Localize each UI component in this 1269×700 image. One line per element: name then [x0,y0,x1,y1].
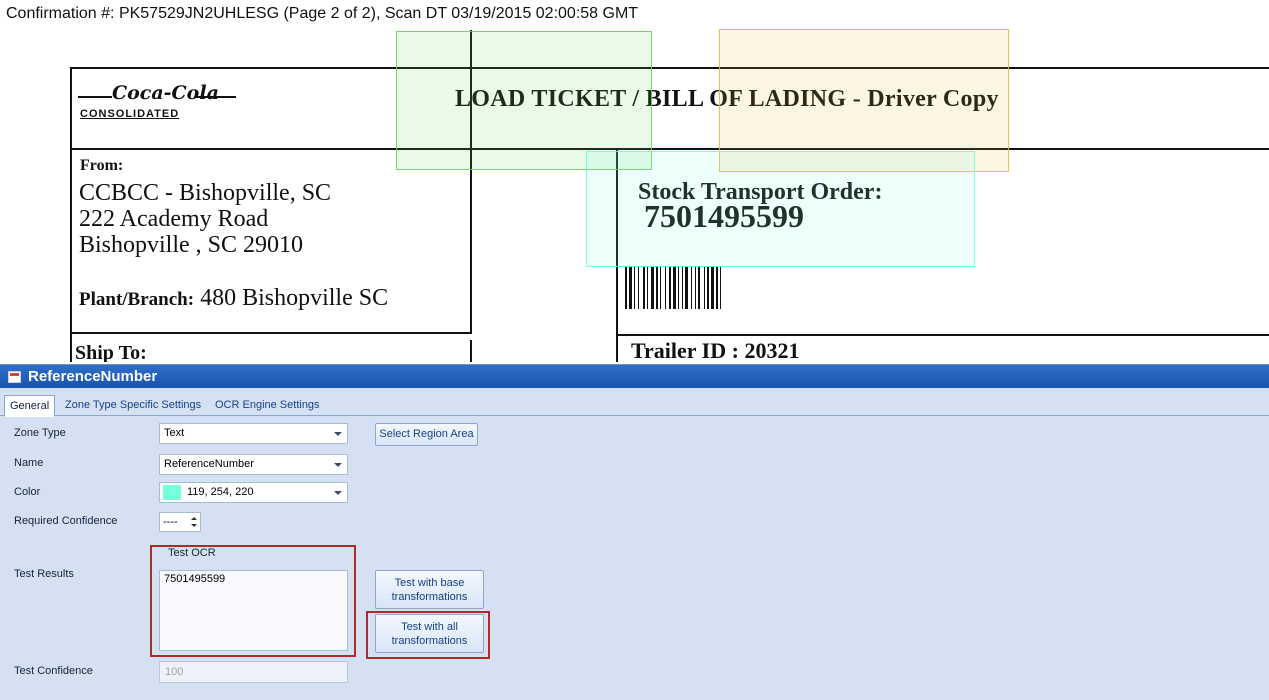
barcode-bar [682,266,683,309]
barcode-bar [720,266,721,309]
tab-zone-type-specific-settings[interactable]: Zone Type Specific Settings [60,395,206,415]
required-confidence-label: Required Confidence [14,515,118,527]
dialog-titlebar: ReferenceNumber [0,365,1269,388]
barcode [625,266,721,309]
zone-type-value: Text [164,427,185,439]
doc-rule-mid [470,150,472,332]
plant-label: Plant/Branch: [79,289,195,310]
color-select[interactable]: 119, 254, 220 [159,482,348,503]
tab-general[interactable]: General [4,395,56,417]
barcode-bar [685,266,688,309]
barcode-bar [665,266,666,309]
document-viewer[interactable]: Confirmation #: PK57529JN2UHLESG (Page 2… [0,0,1269,362]
ocr-zone-reference-number[interactable] [586,151,975,267]
barcode-bar [629,266,632,309]
barcode-bar [660,266,661,309]
required-confidence-stepper[interactable]: ---- [159,512,201,532]
ocr-zone-title-left[interactable] [396,31,652,170]
test-confidence-label: Test Confidence [14,665,93,677]
barcode-bar [691,266,692,309]
barcode-bar [634,266,635,309]
chevron-down-icon [334,463,342,467]
doc-rule-trailer [616,334,1269,336]
barcode-bar [716,266,718,309]
name-value: ReferenceNumber [164,458,254,470]
select-region-button[interactable]: Select Region Area [375,423,478,446]
doc-rule-mid-bottom [470,340,472,362]
name-select[interactable]: ReferenceNumber [159,454,348,475]
barcode-bar [698,266,700,309]
barcode-bar [647,266,648,309]
barcode-bar [625,266,627,309]
color-swatch [163,485,181,500]
coca-cola-logo: Coca-Cola CONSOLIDATED [78,80,240,130]
window-icon [8,370,21,383]
test-all-transformations-button[interactable]: Test with all transformations [375,614,484,653]
from-line-1: CCBCC - Bishopville, SC [79,180,332,206]
spin-down-icon[interactable] [191,524,197,527]
dialog-title: ReferenceNumber [28,368,158,385]
barcode-bar [651,266,654,309]
test-ocr-label: Test OCR [166,547,218,559]
test-results-label: Test Results [14,568,74,580]
from-line-2: 222 Academy Road [79,206,269,232]
doc-rule-header [70,148,1269,150]
name-label: Name [14,457,44,469]
trailer-id: Trailer ID : 20321 [631,338,800,362]
required-confidence-value: ---- [163,516,178,528]
ship-to-label: Ship To: [75,342,147,362]
tab-ocr-engine-settings[interactable]: OCR Engine Settings [210,395,325,415]
test-base-transformations-button[interactable]: Test with base transformations [375,570,484,609]
plant-branch: Plant/Branch: 480 Bishopville SC [79,285,388,312]
barcode-bar [707,266,709,309]
doc-rule-left [70,67,72,362]
from-line-3: Bishopville , SC 29010 [79,232,304,258]
spin-up-icon[interactable] [191,517,197,520]
tab-strip: General Zone Type Specific Settings OCR … [0,394,1269,417]
zone-type-label: Zone Type [14,427,66,439]
barcode-bar [711,266,714,309]
barcode-bar [656,266,658,309]
doc-rule-plant [70,332,472,334]
barcode-bar [669,266,671,309]
test-result-textbox[interactable]: 7501495599 [159,570,348,651]
zone-type-select[interactable]: Text [159,423,348,444]
logo-script: Coca-Cola [112,82,219,104]
color-label: Color [14,486,41,498]
barcode-bar [643,266,645,309]
barcode-bar [673,266,676,309]
confirmation-header: Confirmation #: PK57529JN2UHLESG (Page 2… [6,5,639,22]
barcode-bar [704,266,705,309]
barcode-bar [678,266,679,309]
test-confidence-field[interactable]: 100 [159,661,348,683]
logo-word: CONSOLIDATED [80,108,180,120]
doc-rule-top [70,67,1269,69]
plant-value: 480 Bishopville SC [200,285,389,311]
color-value: 119, 254, 220 [187,486,254,498]
chevron-down-icon [334,432,342,436]
barcode-bar [638,266,639,309]
barcode-bar [695,266,696,309]
from-label: From: [80,157,124,174]
chevron-down-icon [334,491,342,495]
